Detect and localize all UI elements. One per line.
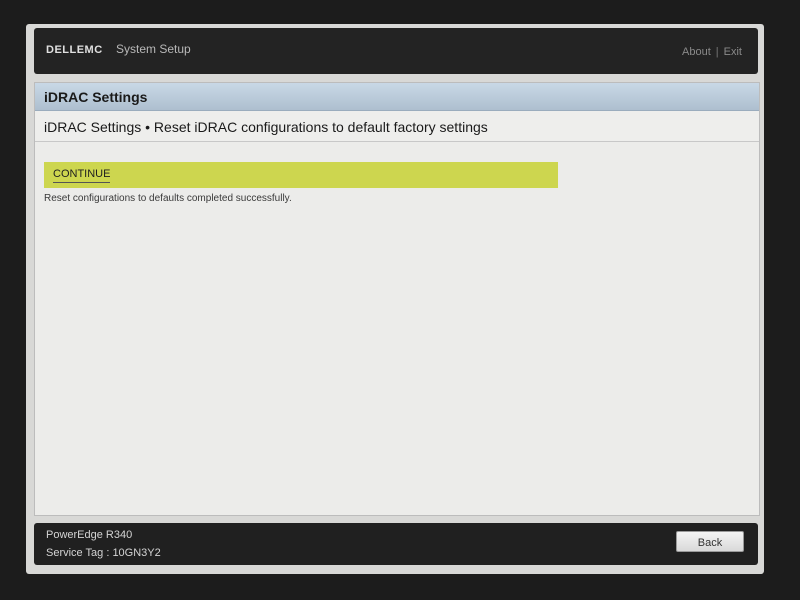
dell-emc-logo: DELLEMC (46, 44, 103, 56)
system-setup-title: System Setup (116, 42, 191, 56)
top-bar: DELLEMC System Setup About | Exit (34, 28, 758, 74)
link-separator: | (715, 46, 719, 58)
page-subtitle-row: iDRAC Settings • Reset iDRAC configurati… (35, 111, 759, 142)
top-links: About | Exit (682, 46, 742, 58)
about-link[interactable]: About (682, 46, 711, 58)
system-model: PowerEdge R340 (46, 529, 133, 541)
exit-link[interactable]: Exit (724, 46, 742, 58)
status-message: Reset configurations to defaults complet… (44, 193, 292, 204)
continue-row[interactable]: CONTINUE (44, 162, 558, 188)
footer-bar: PowerEdge R340 Service Tag : 10GN3Y2 Bac… (34, 523, 758, 565)
continue-link[interactable]: CONTINUE (53, 168, 111, 183)
page-title: iDRAC Settings (44, 89, 148, 105)
page-header: iDRAC Settings (35, 83, 759, 111)
page-subtitle: iDRAC Settings • Reset iDRAC configurati… (44, 119, 488, 135)
service-tag: Service Tag : 10GN3Y2 (46, 547, 161, 559)
system-setup-screen: DELLEMC System Setup About | Exit iDRAC Se… (26, 24, 764, 574)
settings-page: iDRAC Settings iDRAC Settings • Reset iD… (34, 82, 760, 516)
back-button[interactable]: Back (676, 531, 744, 552)
